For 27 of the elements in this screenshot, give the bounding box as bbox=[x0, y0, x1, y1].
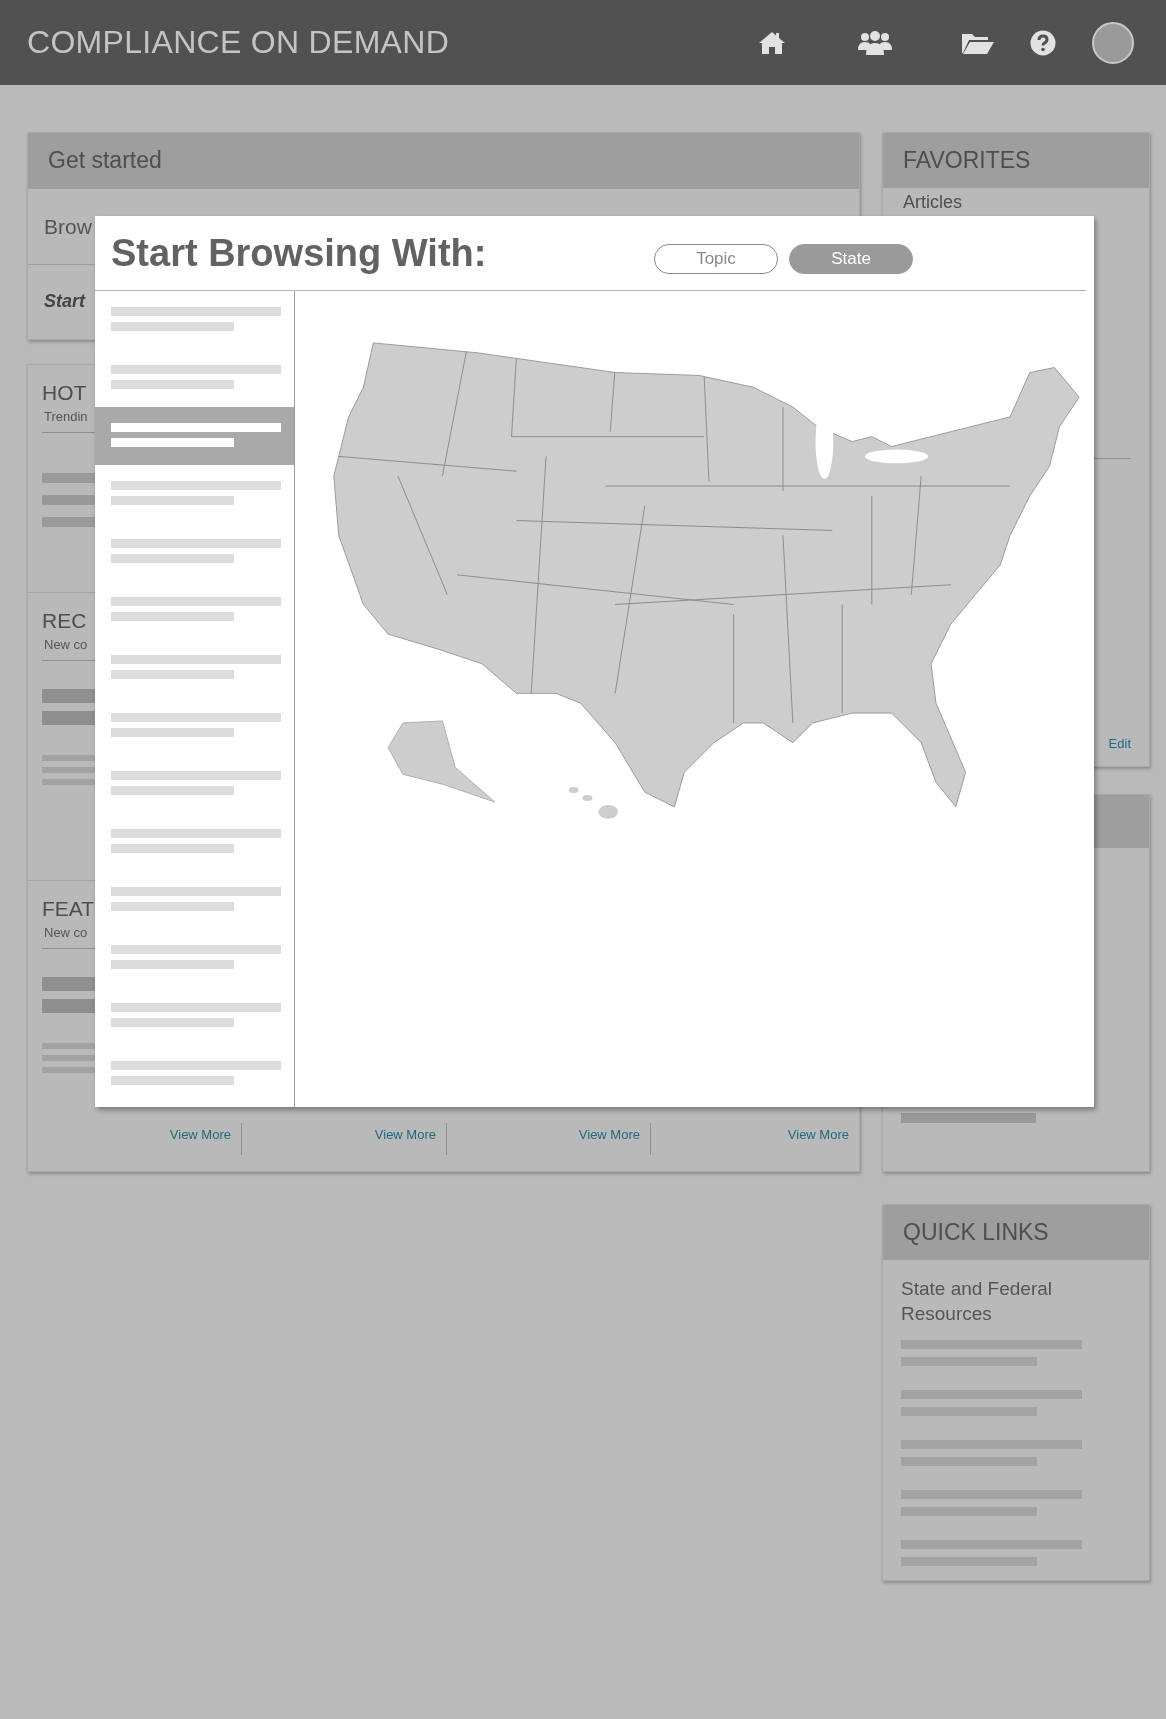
people-icon[interactable] bbox=[857, 29, 893, 56]
mode-toggle[interactable]: Topic bbox=[654, 244, 778, 274]
card-title: FAVORITES bbox=[903, 147, 1031, 174]
browse-label: Brow bbox=[44, 214, 92, 239]
view-more-link[interactable]: View More bbox=[374, 1126, 436, 1142]
card-title: Get started bbox=[48, 147, 162, 174]
section-title: HOT bbox=[42, 380, 87, 406]
list-item[interactable] bbox=[95, 407, 294, 465]
app-title: COMPLIANCE ON DEMAND bbox=[27, 24, 450, 61]
user-avatar[interactable] bbox=[1092, 21, 1134, 64]
section-title: FEAT bbox=[42, 896, 95, 922]
view-more-link[interactable]: View More bbox=[169, 1126, 231, 1142]
start-label: Start bbox=[44, 291, 85, 312]
dialog-title: Start Browsing With: bbox=[110, 231, 488, 275]
home-icon[interactable] bbox=[758, 30, 786, 55]
help-icon[interactable] bbox=[1030, 29, 1056, 56]
section-subtitle: Trendin bbox=[44, 409, 88, 424]
card-title: QUICK LINKS bbox=[903, 1219, 1049, 1246]
edit-link[interactable]: Edit bbox=[1108, 736, 1131, 751]
section-title: REC bbox=[42, 608, 87, 634]
view-more-link[interactable]: View More bbox=[787, 1126, 849, 1142]
favorite-item[interactable]: Articles bbox=[903, 191, 962, 213]
section-subtitle: New co bbox=[44, 637, 88, 652]
mode-toggle[interactable]: State bbox=[789, 244, 913, 274]
section-subtitle: New co bbox=[44, 925, 88, 940]
view-more-link[interactable]: View More bbox=[578, 1126, 640, 1142]
section-subtitle: State and Federal Resources bbox=[901, 1277, 1054, 1326]
